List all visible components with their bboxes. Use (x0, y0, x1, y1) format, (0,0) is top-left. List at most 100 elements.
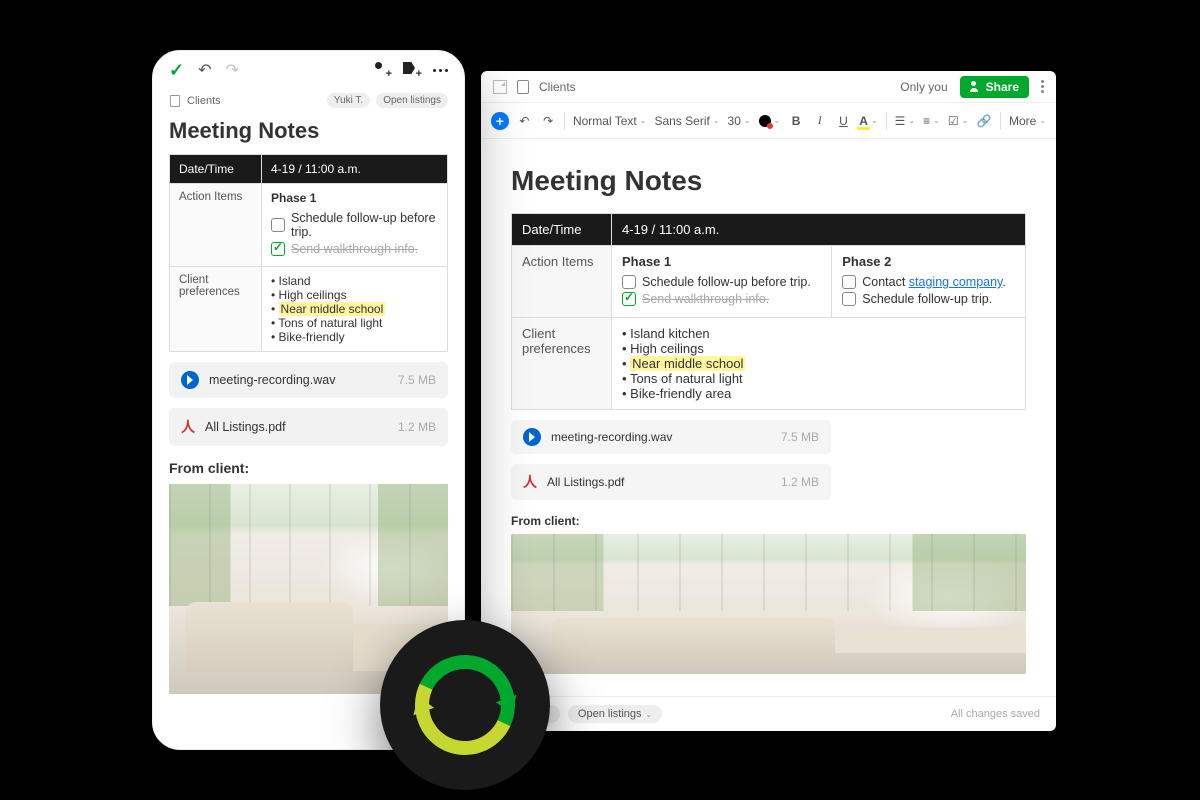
add-tag-icon[interactable] (403, 62, 419, 78)
th-datetime: Date/Time (170, 155, 262, 184)
checkbox[interactable] (622, 275, 636, 289)
insert-button[interactable]: + (491, 112, 509, 130)
person-plus-icon (970, 81, 981, 92)
save-status: All changes saved (951, 708, 1040, 720)
more-menu-icon[interactable] (1041, 80, 1044, 93)
task-text-done: Send walkthrough info. (291, 242, 418, 256)
attachment-size: 7.5 MB (398, 373, 436, 387)
phase2-title: Phase 2 (842, 254, 1015, 269)
pref-item: Bike-friendly (271, 330, 438, 344)
note-body[interactable]: Meeting Notes Date/Time 4-19 / 11:00 a.m… (481, 139, 1056, 696)
numbered-list-icon: ≡ (923, 114, 930, 128)
paragraph-style-dropdown[interactable]: Normal Text⌄ (573, 114, 647, 128)
attachment-size: 1.2 MB (398, 420, 436, 434)
italic-icon[interactable]: I (812, 113, 828, 129)
pref-item: Island kitchen (622, 326, 1015, 341)
notebook-name[interactable]: Clients (539, 80, 576, 94)
attachment-size: 7.5 MB (781, 430, 819, 444)
bullet-list-dropdown[interactable]: ☰⌄ (895, 114, 915, 128)
checkbox-checked[interactable] (622, 292, 636, 306)
th-actions: Action Items (170, 184, 262, 267)
task-text: Schedule follow-up before trip. (642, 275, 811, 289)
undo-icon[interactable]: ↶ (517, 113, 533, 129)
tag-chip[interactable]: Open listings (376, 93, 448, 108)
from-client-heading: From client: (511, 514, 1026, 528)
note-title[interactable]: Meeting Notes (169, 118, 448, 144)
attachment-pdf[interactable]: 人 All Listings.pdf 1.2 MB (169, 408, 448, 446)
attachment-pdf[interactable]: 人 All Listings.pdf 1.2 MB (511, 464, 831, 500)
attachment-filename: All Listings.pdf (547, 475, 624, 489)
pref-item: Tons of natural light (271, 316, 438, 330)
th-prefs: Client preferences (512, 318, 612, 410)
task-text: Schedule follow-up before trip. (291, 211, 438, 239)
note-title[interactable]: Meeting Notes (511, 165, 1026, 197)
th-datetime: Date/Time (512, 214, 612, 246)
link-icon[interactable]: 🔗 (976, 113, 992, 129)
phase1-title: Phase 1 (622, 254, 821, 269)
tag-chip[interactable]: Yuki T. (327, 93, 370, 108)
td-prefs[interactable]: Island kitchen High ceilings Near middle… (612, 318, 1026, 410)
th-actions: Action Items (512, 246, 612, 318)
td-phase1[interactable]: Phase 1 Schedule follow-up before trip. … (262, 184, 448, 267)
pref-item: Near middle school (622, 356, 1015, 371)
td-datetime: 4-19 / 11:00 a.m. (262, 155, 448, 184)
highlight-icon: A (859, 114, 868, 128)
editor-toolbar: + ↶ ↷ Normal Text⌄ Sans Serif⌄ 30⌄ ⌄ B I… (481, 103, 1056, 139)
done-icon[interactable]: ✓ (169, 60, 184, 81)
desktop-topbar: Clients Only you Share (481, 71, 1056, 103)
share-label: Share (986, 80, 1019, 94)
attachment-filename: All Listings.pdf (205, 420, 286, 434)
attachment-size: 1.2 MB (781, 475, 819, 489)
mobile-topbar: ✓ ↶ ↷ (153, 51, 464, 89)
checkbox[interactable] (271, 218, 285, 232)
color-swatch-icon (759, 115, 771, 127)
pref-item: High ceilings (622, 341, 1015, 356)
notebook-icon[interactable] (170, 95, 180, 107)
pref-item: Bike-friendly area (622, 386, 1015, 401)
notebook-name[interactable]: Clients (187, 95, 221, 107)
attachment-audio[interactable]: meeting-recording.wav 7.5 MB (169, 362, 448, 398)
font-size-dropdown[interactable]: 30⌄ (728, 114, 751, 128)
play-icon[interactable] (523, 428, 541, 446)
td-phase1[interactable]: Phase 1 Schedule follow-up before trip. … (612, 246, 832, 318)
redo-icon[interactable]: ↷ (226, 60, 239, 80)
client-photo[interactable] (511, 534, 1026, 674)
checkbox[interactable] (842, 275, 856, 289)
td-prefs[interactable]: Island High ceilings Near middle school … (262, 267, 448, 352)
pref-item: Near middle school (271, 302, 438, 316)
underline-icon[interactable]: U (836, 113, 852, 129)
desktop-note-window: Clients Only you Share + ↶ ↷ Normal Text… (481, 71, 1056, 731)
numbered-list-dropdown[interactable]: ≡⌄ (923, 114, 940, 128)
undo-icon[interactable]: ↶ (198, 60, 211, 80)
checklist-icon: ☑ (948, 114, 959, 128)
visibility-label: Only you (900, 80, 947, 94)
note-body[interactable]: Meeting Notes Date/Time 4-19 / 11:00 a.m… (153, 118, 464, 694)
expand-icon[interactable] (493, 80, 507, 94)
checklist-dropdown[interactable]: ☑⌄ (948, 114, 968, 128)
task-text: Schedule follow-up trip. (862, 292, 992, 306)
meeting-table: Date/Time 4-19 / 11:00 a.m. Action Items… (169, 154, 448, 352)
font-family-dropdown[interactable]: Sans Serif⌄ (654, 114, 719, 128)
attachment-filename: meeting-recording.wav (551, 430, 672, 444)
more-menu-icon[interactable] (433, 69, 448, 72)
redo-icon[interactable]: ↷ (540, 113, 556, 129)
tag-chip[interactable]: Open listings⌄ (568, 705, 662, 723)
text-color-dropdown[interactable]: ⌄ (759, 115, 781, 127)
bold-icon[interactable]: B (788, 113, 804, 129)
notebook-icon[interactable] (517, 80, 529, 94)
checkbox-checked[interactable] (271, 242, 285, 256)
meeting-table: Date/Time 4-19 / 11:00 a.m. Action Items… (511, 213, 1026, 410)
attachment-audio[interactable]: meeting-recording.wav 7.5 MB (511, 420, 831, 454)
bullet-list-icon: ☰ (895, 114, 906, 128)
highlight-dropdown[interactable]: A⌄ (859, 114, 877, 128)
play-icon[interactable] (181, 371, 199, 389)
more-formatting-dropdown[interactable]: More⌄ (1009, 114, 1046, 128)
checkbox[interactable] (842, 292, 856, 306)
task-text: Contact staging company. (862, 275, 1006, 289)
td-phase2[interactable]: Phase 2 Contact staging company. Schedul… (832, 246, 1026, 318)
staging-link[interactable]: staging company (909, 275, 1003, 289)
phase1-title: Phase 1 (271, 191, 438, 205)
share-person-icon[interactable] (373, 62, 389, 78)
task-text-done: Send walkthrough info. (642, 292, 769, 306)
share-button[interactable]: Share (960, 76, 1029, 98)
